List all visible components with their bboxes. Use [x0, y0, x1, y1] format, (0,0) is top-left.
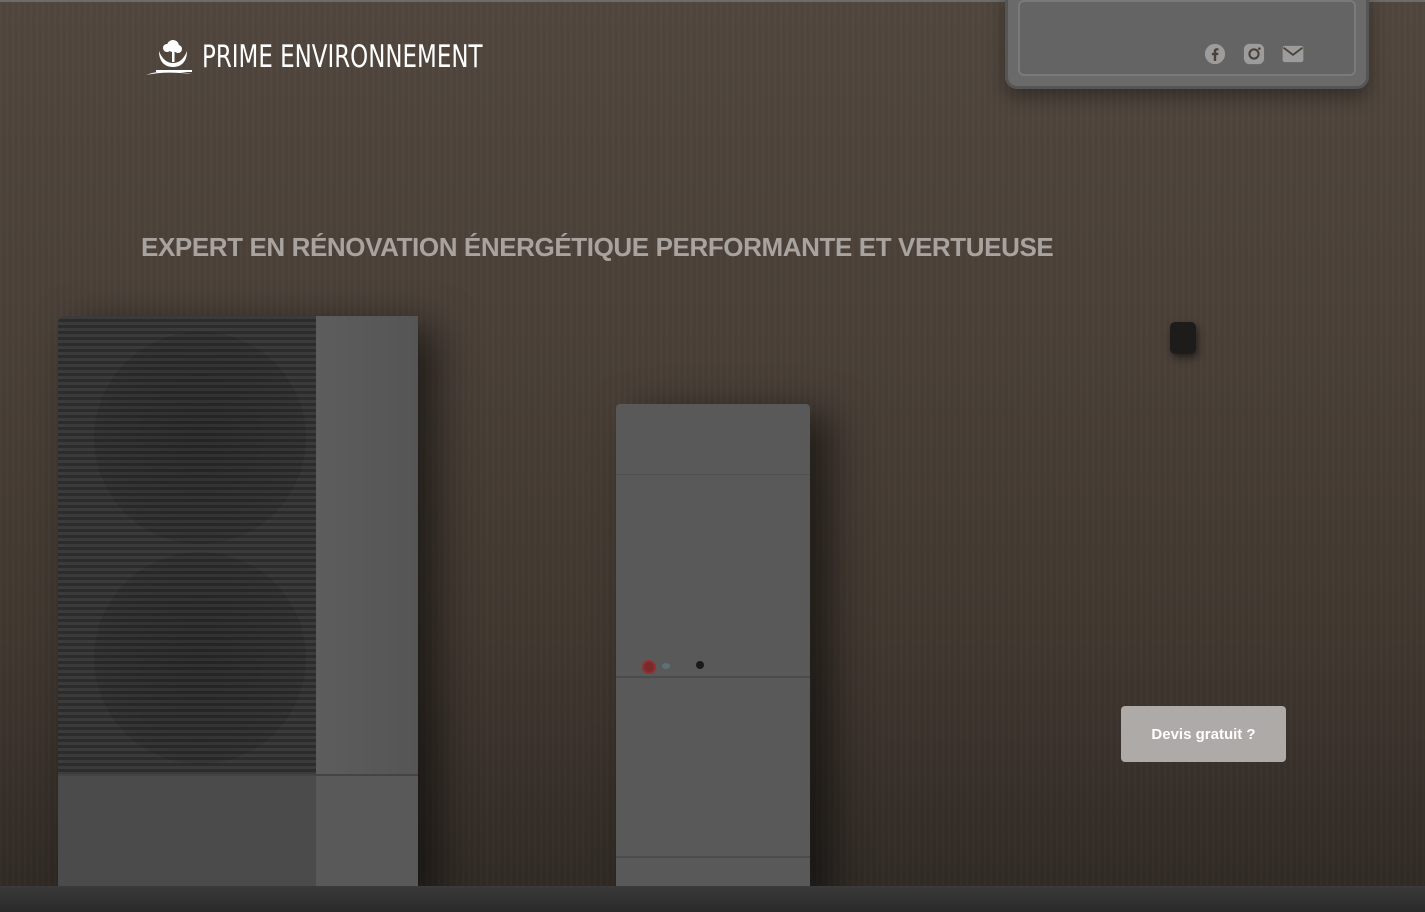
mail-icon — [1282, 45, 1304, 68]
facebook-icon — [1204, 43, 1226, 70]
facebook-link[interactable] — [1203, 43, 1227, 70]
wall-sensor-image — [1170, 322, 1196, 354]
logo-link[interactable]: PRIME ENVIRONNEMENT — [144, 36, 581, 78]
logo-text: PRIME ENVIRONNEMENT — [202, 38, 483, 75]
instagram-icon — [1243, 43, 1265, 70]
outdoor-heat-pump-image — [58, 316, 418, 898]
indoor-unit-image — [616, 404, 810, 898]
floor — [0, 886, 1425, 912]
wall-thermostat-image — [1005, 0, 1369, 89]
free-quote-button[interactable]: Devis gratuit ? — [1121, 706, 1286, 762]
instagram-link[interactable] — [1242, 43, 1266, 70]
mail-link[interactable] — [1281, 44, 1305, 68]
hero-headline: EXPERT EN RÉNOVATION ÉNERGÉTIQUE PERFORM… — [141, 232, 1054, 262]
tree-hands-logo-icon — [144, 37, 194, 77]
